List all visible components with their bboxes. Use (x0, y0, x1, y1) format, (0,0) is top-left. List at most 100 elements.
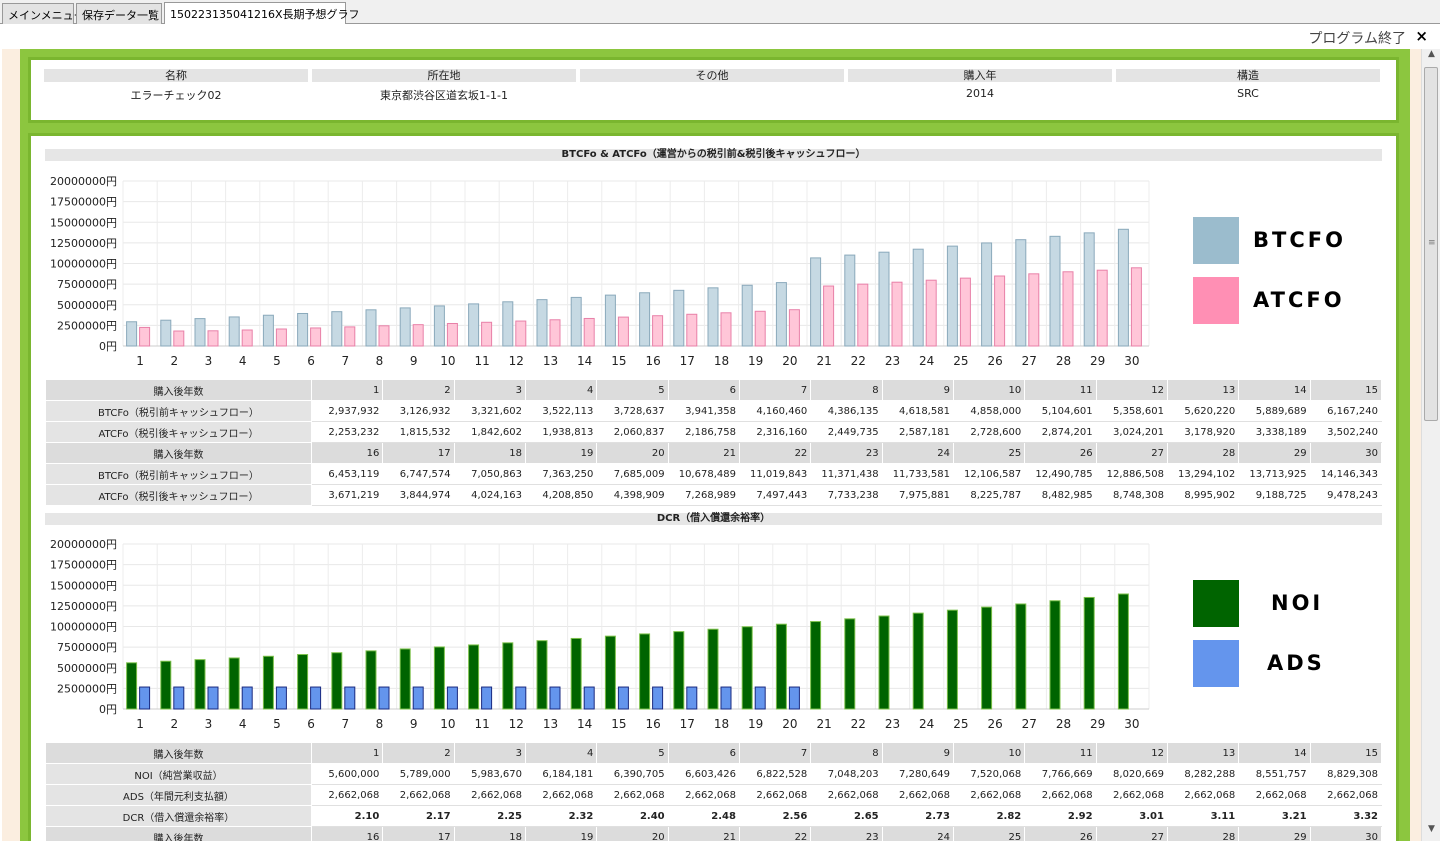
atcfo-cell: 2,449,735 (810, 421, 883, 443)
year-cell: 13 (1166, 742, 1240, 764)
x-tick-label: 22 (851, 717, 866, 731)
tab-saved-data-list[interactable]: 保存データ一覧 (76, 3, 162, 24)
y-tick-label: 12500000円 (50, 600, 117, 613)
table-row: 購入後年数 1 2 3 4 5 6 7 8 9 10 11 12 13 14 15 (45, 379, 1383, 401)
btcfo-cell: 3,941,358 (667, 400, 740, 422)
bar-noi (126, 662, 138, 710)
x-tick-label: 16 (645, 354, 660, 368)
scroll-up-arrow-icon[interactable]: ▲ (1422, 49, 1440, 66)
btcfo-cell: 11,019,843 (738, 463, 812, 485)
bar-noi (399, 648, 411, 710)
atcfo-cell: 3,844,974 (382, 484, 455, 506)
exit-program-button[interactable]: プログラム終了 (1308, 28, 1406, 48)
tab-main-menu[interactable]: メインメニュー (2, 3, 85, 24)
year-cell: 2 (382, 742, 455, 764)
ads-cell: 2,662,068 (1095, 784, 1168, 806)
year-cell: 17 (382, 826, 455, 841)
bar-btcfo (297, 312, 309, 347)
x-tick-label: 5 (273, 717, 281, 731)
dcr-cell: 3.21 (1238, 805, 1311, 827)
ads-cell: 2,662,068 (952, 784, 1026, 806)
x-tick-label: 8 (376, 717, 384, 731)
close-icon[interactable]: × (1415, 27, 1428, 45)
atcfo-cell: 3,178,920 (1166, 421, 1240, 443)
year-cell: 7 (738, 742, 812, 764)
year-cell: 12 (1095, 742, 1168, 764)
year-cell: 9 (881, 742, 954, 764)
bar-atcfo (857, 283, 869, 347)
bar-atcfo (173, 330, 185, 347)
y-tick-label: 17500000円 (50, 196, 117, 209)
bar-noi (604, 635, 616, 710)
ads-cell: 2,662,068 (524, 784, 598, 806)
bar-noi (160, 660, 172, 710)
ads-cell: 2,662,068 (382, 784, 455, 806)
x-tick-label: 4 (239, 354, 247, 368)
x-tick-label: 9 (410, 717, 418, 731)
dcr-cell: 3.32 (1309, 805, 1383, 827)
year-cell: 19 (524, 442, 598, 464)
bar-btcfo (810, 257, 822, 347)
x-tick-label: 17 (680, 354, 695, 368)
year-cell: 4 (524, 379, 598, 401)
year-cell: 28 (1166, 442, 1240, 464)
dcr-cell: 2.65 (810, 805, 883, 827)
bar-atcfo (754, 310, 766, 347)
x-tick-label: 23 (885, 717, 900, 731)
scrollbar-thumb[interactable]: ≡ (1424, 67, 1438, 421)
x-tick-label: 11 (474, 354, 489, 368)
x-tick-label: 18 (714, 354, 729, 368)
vertical-scrollbar[interactable]: ▲ ≡ ▼ (1421, 49, 1440, 841)
btcfo-cell: 3,126,932 (382, 400, 455, 422)
bar-atcfo (994, 275, 1006, 347)
ads-cell: 2,662,068 (1238, 784, 1311, 806)
year-cell: 28 (1166, 826, 1240, 841)
tab-long-term-forecast-graph[interactable]: 150223135041216X長期予想グラフ (164, 2, 360, 24)
x-tick-label: 10 (440, 717, 455, 731)
bar-atcfo (652, 315, 664, 347)
bar-btcfo (946, 245, 958, 347)
year-cell: 29 (1238, 826, 1311, 841)
table-row: 購入後年数 16 17 18 19 20 21 22 23 24 25 26 27 28 29 30 (45, 442, 1383, 464)
btcfo-cell: 3,321,602 (453, 400, 526, 422)
bar-noi (741, 626, 753, 710)
bar-btcfo (775, 282, 787, 347)
x-tick-label: 29 (1090, 354, 1105, 368)
scroll-down-arrow-icon[interactable]: ▼ (1422, 824, 1440, 841)
row-label-atcfo: ATCFo（税引後キャッシュフロー） (45, 484, 312, 506)
bar-noi (331, 652, 343, 710)
bar-atcfo (549, 319, 561, 347)
bar-btcfo (536, 299, 548, 347)
x-tick-label: 15 (611, 717, 626, 731)
year-cell: 30 (1309, 442, 1383, 464)
info-value-purchase-year: 2014 (966, 87, 994, 100)
y-tick-label: 10000000円 (50, 621, 117, 634)
legend-label-btcfo: BTCFO (1253, 228, 1346, 252)
year-cell: 9 (881, 379, 954, 401)
bar-noi (297, 654, 309, 710)
btcfo-cell: 4,386,135 (810, 400, 883, 422)
bar-btcfo (365, 309, 377, 347)
btcfo-cell: 7,363,250 (524, 463, 598, 485)
noi-cell: 8,282,288 (1166, 763, 1240, 785)
y-tick-label: 17500000円 (50, 559, 117, 572)
year-cell: 2 (382, 379, 455, 401)
year-cell: 23 (810, 826, 883, 841)
atcfo-cell: 2,728,600 (952, 421, 1026, 443)
atcfo-cell: 2,253,232 (310, 421, 384, 443)
bar-noi (365, 650, 377, 710)
y-tick-label: 15000000円 (50, 579, 117, 592)
bar-btcfo (228, 316, 240, 347)
bar-btcfo (468, 303, 480, 347)
noi-ads-dcr-table: 購入後年数 1 2 3 4 5 6 7 8 9 10 11 12 13 14 15 NOI（純営業収益） 5,6… (45, 742, 1383, 841)
bar-atcfo (344, 326, 356, 347)
bar-ads (310, 686, 322, 710)
btcfo-cell: 12,490,785 (1024, 463, 1097, 485)
x-tick-label: 16 (645, 717, 660, 731)
x-tick-label: 7 (341, 354, 349, 368)
year-cell: 10 (952, 742, 1026, 764)
btcfo-cell: 14,146,343 (1309, 463, 1383, 485)
year-cell: 16 (310, 442, 384, 464)
btcfo-cell: 5,358,601 (1095, 400, 1168, 422)
bar-atcfo (446, 322, 458, 347)
